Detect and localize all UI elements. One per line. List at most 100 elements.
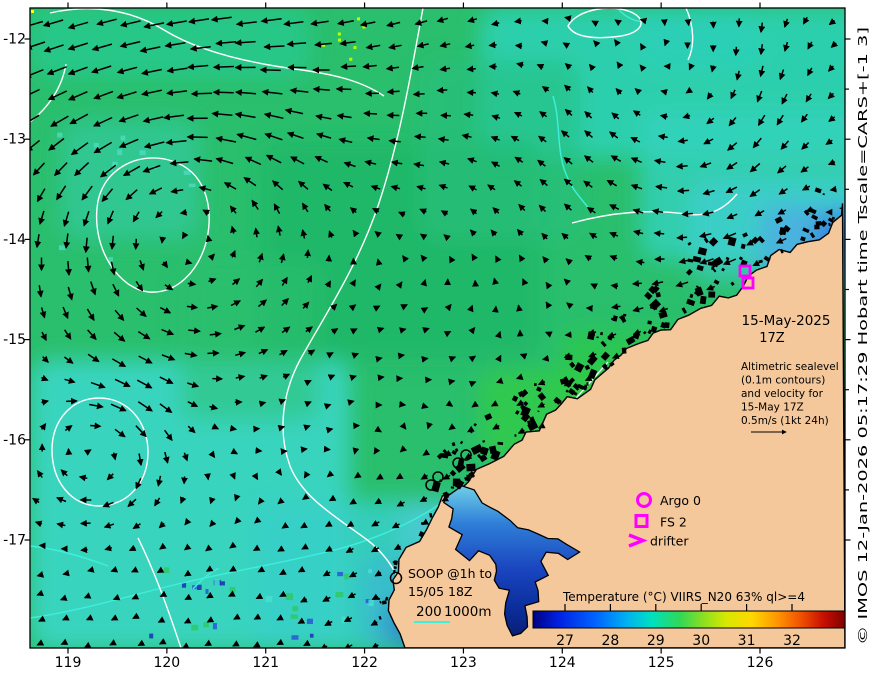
annotation-line: Altimetric sealevel bbox=[741, 361, 839, 373]
flow-arrow bbox=[253, 613, 262, 620]
flow-arrow bbox=[676, 234, 688, 241]
fs-legend-label: FS 2 bbox=[660, 515, 687, 530]
flow-arrow bbox=[684, 18, 692, 27]
sst-speckle bbox=[356, 17, 360, 21]
flow-arrow bbox=[363, 110, 378, 118]
flow-arrow bbox=[205, 234, 213, 243]
y-tick-label: -12 bbox=[3, 32, 26, 48]
flow-arrow bbox=[564, 15, 572, 23]
annotation-line: (0.1m contours) bbox=[741, 375, 825, 387]
y-tick-label: -14 bbox=[3, 232, 26, 248]
sst-speckle bbox=[58, 245, 66, 251]
x-tick-label: 119 bbox=[55, 655, 82, 671]
sst-speckle bbox=[341, 616, 346, 624]
x-tick-label: 122 bbox=[351, 655, 378, 671]
flow-arrow bbox=[83, 449, 92, 456]
sst-speckle bbox=[57, 132, 63, 138]
sst-speckle bbox=[368, 599, 374, 607]
depth-200-label: 200 bbox=[416, 604, 442, 620]
flow-arrow bbox=[137, 639, 146, 647]
flow-arrow bbox=[62, 569, 70, 577]
flow-arrow bbox=[421, 355, 429, 363]
island bbox=[708, 291, 716, 298]
flow-arrow bbox=[132, 238, 140, 251]
flow-arrow bbox=[187, 280, 197, 288]
colorbar-title: Temperature (°C) VIIRS_N20 63% ql>=4 bbox=[562, 589, 805, 604]
argo-legend-label: Argo 0 bbox=[660, 493, 701, 508]
sst-speckle bbox=[353, 46, 357, 50]
flow-arrow bbox=[184, 593, 193, 601]
flow-arrow bbox=[488, 41, 497, 49]
colorbar-tick-label: 28 bbox=[601, 633, 619, 649]
flow-arrow bbox=[466, 304, 474, 313]
flow-arrow bbox=[495, 354, 502, 363]
flow-arrow bbox=[184, 258, 193, 266]
flow-arrow bbox=[204, 639, 213, 647]
flow-arrow bbox=[229, 565, 237, 572]
flow-arrow bbox=[349, 374, 357, 382]
flow-arrow bbox=[445, 400, 454, 407]
x-tick-label: 121 bbox=[252, 655, 279, 671]
flow-arrow bbox=[234, 493, 241, 502]
flow-arrow bbox=[468, 380, 477, 388]
copyright-attribution: © IMOS 12-Jan-2026 05:17:29 Hobart time … bbox=[856, 27, 870, 645]
flow-arrow bbox=[519, 353, 528, 360]
flow-arrow bbox=[229, 541, 237, 549]
flow-arrow bbox=[159, 236, 167, 244]
flow-arrow bbox=[514, 42, 523, 50]
flow-arrow bbox=[212, 63, 235, 71]
flow-arrow bbox=[639, 17, 648, 25]
island bbox=[814, 224, 820, 230]
sst-speckle bbox=[337, 571, 344, 577]
sst-speckle bbox=[214, 579, 220, 586]
sst-speckle bbox=[203, 622, 209, 628]
flow-arrow bbox=[732, 46, 740, 57]
sst-speckle bbox=[205, 589, 209, 594]
flow-arrow bbox=[206, 591, 214, 599]
sst-speckle bbox=[139, 150, 146, 156]
flow-arrow bbox=[653, 230, 665, 237]
flow-arrow bbox=[675, 162, 688, 170]
sst-speckle bbox=[362, 25, 366, 29]
colorbar-tick-label: 30 bbox=[692, 633, 710, 649]
flow-arrow bbox=[375, 355, 383, 363]
flow-arrow bbox=[257, 565, 266, 573]
flow-arrow bbox=[413, 133, 426, 141]
x-tick-label: 125 bbox=[648, 655, 675, 671]
flow-arrow bbox=[183, 617, 192, 624]
flow-arrow bbox=[610, 282, 619, 290]
flow-arrow bbox=[59, 594, 68, 601]
sst-patch bbox=[60, 120, 200, 240]
flow-arrow bbox=[302, 493, 310, 500]
flow-arrow bbox=[328, 494, 337, 502]
flow-arrow bbox=[829, 185, 837, 193]
flow-arrow bbox=[277, 424, 286, 432]
flow-arrow bbox=[663, 38, 671, 47]
flow-arrow bbox=[229, 472, 236, 480]
flow-arrow bbox=[421, 402, 429, 410]
flow-arrow bbox=[275, 468, 282, 476]
flow-arrow bbox=[516, 304, 523, 312]
flow-arrow bbox=[186, 133, 208, 141]
y-tick-label: -13 bbox=[3, 132, 26, 148]
island bbox=[450, 486, 455, 489]
flow-arrow bbox=[347, 399, 355, 406]
flow-arrow bbox=[374, 425, 382, 433]
colorbar-gradient-bar bbox=[532, 610, 846, 629]
flow-arrow bbox=[399, 327, 407, 334]
flow-arrow bbox=[513, 17, 522, 25]
island bbox=[621, 347, 627, 354]
sst-speckle bbox=[309, 633, 314, 638]
sst-speckle bbox=[265, 595, 273, 603]
flow-arrow bbox=[335, 85, 352, 93]
island bbox=[514, 434, 517, 437]
sst-speckle bbox=[337, 32, 341, 36]
flow-arrow bbox=[303, 424, 311, 431]
flow-arrow bbox=[373, 446, 381, 455]
colorbar-tick-label: 31 bbox=[738, 633, 756, 649]
flow-arrow bbox=[281, 521, 290, 529]
sst-speckle bbox=[196, 584, 202, 590]
flow-arrow bbox=[375, 258, 383, 266]
flow-arrow bbox=[209, 496, 216, 505]
flow-arrow bbox=[251, 472, 259, 481]
